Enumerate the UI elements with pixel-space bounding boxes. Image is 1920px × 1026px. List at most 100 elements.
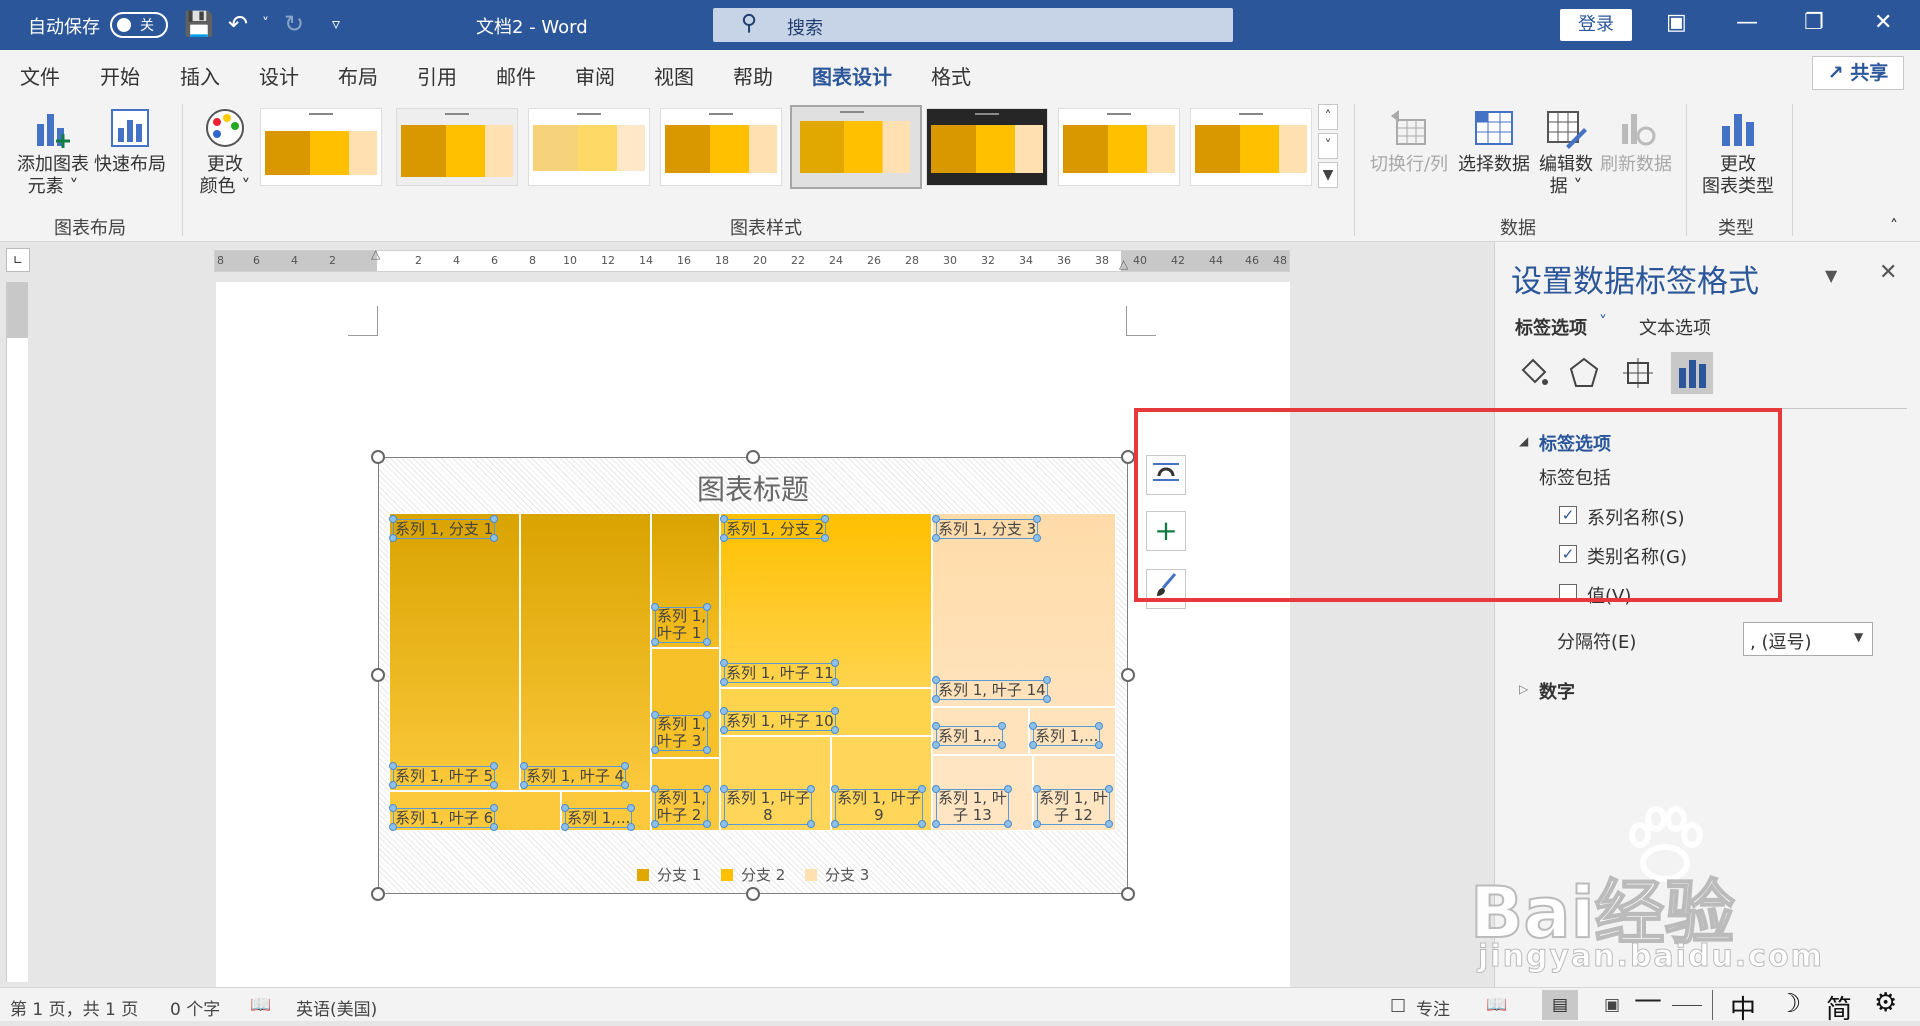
undo-icon[interactable]: ↶	[228, 10, 248, 38]
share-button[interactable]: ↗ 共享	[1812, 56, 1904, 90]
label-handle[interactable]	[932, 820, 940, 828]
chart-style-thumbnail[interactable]	[528, 108, 650, 186]
gallery-up-icon[interactable]: ˄	[1318, 104, 1338, 130]
label-handle[interactable]	[932, 785, 940, 793]
switch-row-column-button[interactable]: 切换行/列	[1368, 106, 1450, 176]
label-handle[interactable]	[831, 820, 839, 828]
label-handle[interactable]	[806, 785, 815, 793]
data-label-leaf-5[interactable]: 系列 1, 叶子 5	[389, 762, 499, 789]
login-button[interactable]: 登录	[1560, 9, 1632, 41]
chart-title[interactable]: 图表标题	[379, 468, 1127, 508]
tab-text-options[interactable]: 文本选项	[1639, 314, 1711, 340]
chart-legend[interactable]: 分支 1 分支 2 分支 3	[635, 861, 885, 885]
label-handle[interactable]	[720, 707, 728, 715]
effects-pentagon-icon[interactable]	[1567, 356, 1601, 390]
zoom-slider[interactable]	[1672, 1005, 1702, 1006]
label-handle[interactable]	[720, 678, 728, 686]
label-handle[interactable]	[720, 785, 728, 793]
chevron-down-icon[interactable]: ˅	[1599, 312, 1607, 331]
data-label-leaf-3[interactable]: 系列 1, 叶子 3	[651, 711, 712, 754]
chart-style-thumbnail[interactable]	[260, 108, 382, 186]
label-handle[interactable]	[561, 823, 569, 831]
add-chart-element-button[interactable]: 添加图表 元素 ˅	[10, 106, 96, 198]
label-handle[interactable]	[720, 659, 728, 667]
label-handle[interactable]	[651, 603, 659, 611]
separator-select[interactable]: , (逗号) ▼	[1743, 622, 1873, 656]
zoom-out-icon[interactable]: —	[1634, 982, 1662, 1015]
label-handle[interactable]	[1042, 676, 1051, 684]
proofing-icon[interactable]: 📖	[250, 995, 271, 1015]
label-handle[interactable]	[1029, 722, 1037, 730]
collapse-ribbon-icon[interactable]: ˄	[1890, 216, 1898, 235]
label-handle[interactable]	[917, 820, 926, 828]
tab-home[interactable]: 开始	[100, 61, 140, 90]
close-icon[interactable]: ✕	[1874, 10, 1892, 35]
label-handle[interactable]	[932, 741, 940, 749]
label-handle[interactable]	[651, 711, 659, 719]
data-label-leaf-11[interactable]: 系列 1, 叶子 11	[720, 659, 839, 686]
web-layout-icon[interactable]: ▣	[1604, 995, 1620, 1015]
label-options-icon-button[interactable]	[1671, 352, 1713, 394]
treemap-leaf-4[interactable]	[520, 513, 651, 791]
label-handle[interactable]	[932, 534, 940, 542]
autosave-toggle[interactable]: 关	[110, 12, 168, 38]
label-handle[interactable]	[1033, 820, 1041, 828]
data-label-leaf-9[interactable]: 系列 1, 叶子 9	[831, 785, 926, 828]
right-indent-marker-icon[interactable]: △	[1119, 257, 1128, 271]
treemap-leaf-5[interactable]	[389, 513, 520, 791]
label-handle[interactable]	[830, 659, 839, 667]
treemap-chart[interactable]: 图表标题 系列 1, 分支 1 系列 1, 分支 2 系列 1, 分支 3 系列…	[378, 457, 1128, 894]
tab-format[interactable]: 格式	[931, 61, 971, 90]
label-handle[interactable]	[520, 781, 528, 789]
label-handle[interactable]	[1029, 741, 1037, 749]
label-handle[interactable]	[389, 762, 397, 770]
redo-icon[interactable]: ↻	[284, 10, 304, 38]
tab-help[interactable]: 帮助	[733, 61, 773, 90]
tab-review[interactable]: 审阅	[575, 61, 615, 90]
label-handle[interactable]	[389, 781, 397, 789]
chart-style-thumbnail-selected[interactable]	[790, 105, 922, 189]
tab-selector-icon[interactable]: ∟	[6, 248, 30, 272]
resize-handle[interactable]	[746, 450, 760, 464]
indent-marker-icon[interactable]: △	[371, 247, 380, 261]
pane-options-icon[interactable]: ▼	[1825, 266, 1837, 285]
treemap-leaf-14[interactable]	[932, 513, 1116, 707]
refresh-data-button[interactable]: 刷新数据	[1596, 106, 1676, 176]
label-handle[interactable]	[651, 785, 659, 793]
label-handle[interactable]	[651, 820, 659, 828]
label-handle[interactable]	[389, 804, 397, 812]
resize-handle[interactable]	[371, 887, 385, 901]
label-handle[interactable]	[389, 534, 397, 542]
chart-style-thumbnail[interactable]	[396, 108, 518, 186]
data-label-leaf-7[interactable]: 系列 1,...	[561, 804, 636, 831]
legend-entry-branch-1[interactable]: 分支 1	[637, 864, 701, 885]
data-label-leaf-14[interactable]: 系列 1, 叶子 14	[932, 676, 1051, 703]
label-handle[interactable]	[1104, 785, 1113, 793]
undo-dropdown-icon[interactable]: ˅	[262, 16, 269, 32]
tab-design[interactable]: 设计	[259, 61, 299, 90]
resize-handle[interactable]	[746, 887, 760, 901]
label-handle[interactable]	[720, 534, 728, 542]
label-handle[interactable]	[651, 638, 659, 646]
pane-close-icon[interactable]: ✕	[1879, 260, 1897, 285]
section-number[interactable]: 数字	[1539, 678, 1575, 704]
tab-chart-design[interactable]: 图表设计	[812, 61, 892, 99]
label-handle[interactable]	[1042, 695, 1051, 703]
customize-toolbar-icon[interactable]: ▿	[332, 14, 340, 33]
data-label-leaf-1[interactable]: 系列 1, 叶子 1	[651, 603, 712, 646]
tab-references[interactable]: 引用	[417, 61, 457, 90]
label-handle[interactable]	[389, 515, 397, 523]
read-mode-icon[interactable]: 📖	[1486, 995, 1507, 1015]
chart-style-thumbnail[interactable]	[1190, 108, 1312, 186]
label-handle[interactable]	[651, 746, 659, 754]
section-collapsed-icon[interactable]: ▷	[1519, 682, 1528, 696]
label-handle[interactable]	[831, 785, 839, 793]
language-indicator[interactable]: 英语(美国)	[296, 995, 377, 1020]
data-label-leaf-4[interactable]: 系列 1, 叶子 4	[520, 762, 630, 789]
ime-chinese-mode[interactable]: 中	[1730, 989, 1756, 1026]
moon-icon[interactable]: ☽	[1778, 989, 1801, 1019]
data-label-leaf-16[interactable]: 系列 1,...	[1029, 722, 1104, 749]
label-handle[interactable]	[932, 676, 940, 684]
data-label-leaf-13[interactable]: 系列 1, 叶子 13	[932, 785, 1012, 828]
gallery-down-icon[interactable]: ˅	[1318, 133, 1338, 159]
